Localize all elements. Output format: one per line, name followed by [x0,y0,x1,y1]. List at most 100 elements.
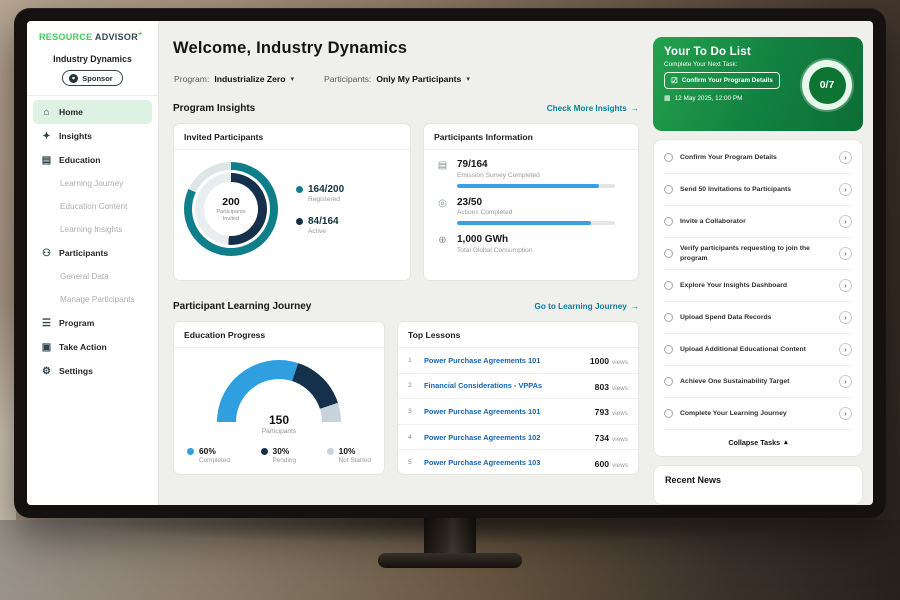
task-checkbox[interactable] [664,217,673,226]
sidebar-item-education[interactable]: ▤Education [33,148,152,172]
lesson-link[interactable]: Financial Considerations - VPPAs [424,381,589,390]
lesson-link[interactable]: Power Purchase Agreements 101 [424,407,589,416]
chevron-down-icon: ▾ [466,75,470,83]
chevron-right-icon[interactable]: › [839,215,852,228]
sidebar-item-manage-participants[interactable]: Manage Participants [33,288,152,311]
lesson-views-group: 793views [595,402,628,420]
sidebar-item-home[interactable]: ⌂Home [33,100,152,124]
sidebar-item-program[interactable]: ☰Program [33,311,152,335]
sidebar-item-label: Settings [59,366,93,376]
take-action-icon: ▣ [41,342,52,353]
task-checkbox[interactable] [664,377,673,386]
donut-center-value: 200 [222,196,240,208]
lesson-views-label: views [612,410,628,417]
sidebar-item-settings[interactable]: ⚙Settings [33,359,152,383]
info-value: 79/164 [457,159,615,170]
lesson-views: 803 [595,382,609,392]
task-checkbox[interactable] [664,249,673,258]
todo-task-confirm-your-program-details[interactable]: Confirm Your Program Details› [664,142,852,174]
chevron-right-icon[interactable]: › [839,183,852,196]
legend-value: 60% [199,446,216,456]
sidebar-item-label: Education Content [60,202,127,211]
lesson-link[interactable]: Power Purchase Agreements 101 [424,356,584,365]
card-title: Participants Information [424,124,638,150]
collapse-tasks-button[interactable]: Collapse Tasks ▴ [664,430,852,454]
donut-chart-area: 200 Participants Invited 164/200Register… [174,150,410,264]
sidebar-item-participants[interactable]: ⚇Participants [33,241,152,265]
todo-task-upload-spend-data-records[interactable]: Upload Spend Data Records › [664,302,852,334]
link-label: Check More Insights [547,104,627,113]
sidebar-item-insights[interactable]: ✦Insights [33,124,152,148]
check-more-insights-link[interactable]: Check More Insights → [547,104,639,113]
task-checkbox[interactable] [664,281,673,290]
sidebar-item-label: Manage Participants [60,295,135,304]
chevron-right-icon[interactable]: › [839,247,852,260]
card-title: Top Lessons [398,322,638,348]
todo-task-send-50-invitations-to-participants[interactable]: Send 50 Invitations to Participants› [664,174,852,206]
sidebar-item-general-data[interactable]: General Data [33,265,152,288]
task-checkbox[interactable] [664,409,673,418]
donut-center: 200 Participants Invited [204,182,258,236]
chevron-right-icon[interactable]: › [839,375,852,388]
sidebar-item-learning-insights[interactable]: Learning Insights [33,218,152,241]
legend-row: 30% [261,446,296,456]
todo-task-list: Confirm Your Program Details›Send 50 Inv… [664,142,852,430]
logo-plus: + [138,31,142,38]
todo-task-achieve-one-sustainability-target[interactable]: Achieve One Sustainability Target› [664,366,852,398]
sidebar-item-label: Program [59,318,94,328]
participants-icon: ⚇ [41,248,52,259]
logo-resource: RESOURCE [39,32,92,42]
info-label: Emission Survey Completed [457,172,615,179]
legend-item: 84/164Active [296,216,344,235]
lesson-views-group: 734views [595,428,628,446]
section-title-learning-journey: Participant Learning Journey [173,301,311,312]
task-checkbox[interactable] [664,185,673,194]
recent-news-title: Recent News [665,475,851,485]
sponsor-badge[interactable]: Sponsor [62,70,122,86]
participants-filter-label: Participants: [324,74,371,84]
task-checkbox[interactable] [664,313,673,322]
task-label: Upload Spend Data Records [680,313,832,323]
sidebar-item-label: Home [59,107,83,117]
legend-row: 164/200 [296,184,344,195]
chevron-right-icon[interactable]: › [839,151,852,164]
lesson-rank: 2 [408,382,418,389]
task-checkbox[interactable] [664,345,673,354]
task-checkbox[interactable] [664,153,673,162]
collapse-label: Collapse Tasks [728,438,780,447]
chevron-right-icon[interactable]: › [839,311,852,324]
todo-progress-value: 0/7 [809,67,846,104]
lesson-row: 2Financial Considerations - VPPAs803view… [398,374,638,400]
legend-dot-icon [296,186,303,193]
chevron-right-icon[interactable]: › [839,407,852,420]
legend-value: 30% [273,446,290,456]
lesson-rank: 3 [408,408,418,415]
participants-filter[interactable]: Participants: Only My Participants ▾ [324,74,470,84]
chevron-right-icon[interactable]: › [839,343,852,356]
sidebar-item-take-action[interactable]: ▣Take Action [33,335,152,359]
todo-task-invite-a-collaborator[interactable]: Invite a Collaborator› [664,206,852,238]
lesson-views: 793 [595,407,609,417]
todo-task-verify-participants-requesting-to-join-the-program[interactable]: Verify participants requesting to join t… [664,238,852,270]
donut-legend: 164/200Registered84/164Active [296,184,344,235]
logo-advisor: ADVISOR [95,32,138,42]
lesson-link[interactable]: Power Purchase Agreements 103 [424,458,589,467]
legend-row: 10% [327,446,371,456]
todo-task-upload-additional-educational-content[interactable]: Upload Additional Educational Content› [664,334,852,366]
todo-task-complete-your-learning-journey[interactable]: Complete Your Learning Journey› [664,398,852,430]
survey-icon: ▤ [436,159,449,188]
lesson-link[interactable]: Power Purchase Agreements 102 [424,433,589,442]
todo-task-explore-your-insights-dashboard[interactable]: Explore Your Insights Dashboard› [664,270,852,302]
chevron-right-icon[interactable]: › [839,279,852,292]
arrow-right-icon: → [631,104,639,113]
next-task-chip[interactable]: ☑ Confirm Your Program Details [664,72,780,89]
lesson-row: 5Power Purchase Agreements 103600views [398,450,638,475]
top-lessons-card: Top Lessons 1Power Purchase Agreements 1… [397,321,639,475]
program-filter[interactable]: Program: Industrialize Zero ▾ [174,74,294,84]
legend-value: 10% [339,446,356,456]
sidebar-item-education-content[interactable]: Education Content [33,195,152,218]
go-to-learning-journey-link[interactable]: Go to Learning Journey → [534,302,639,311]
task-label: Verify participants requesting to join t… [680,244,832,263]
sidebar-item-learning-journey[interactable]: Learning Journey [33,172,152,195]
org-name: Industry Dynamics [27,54,158,64]
